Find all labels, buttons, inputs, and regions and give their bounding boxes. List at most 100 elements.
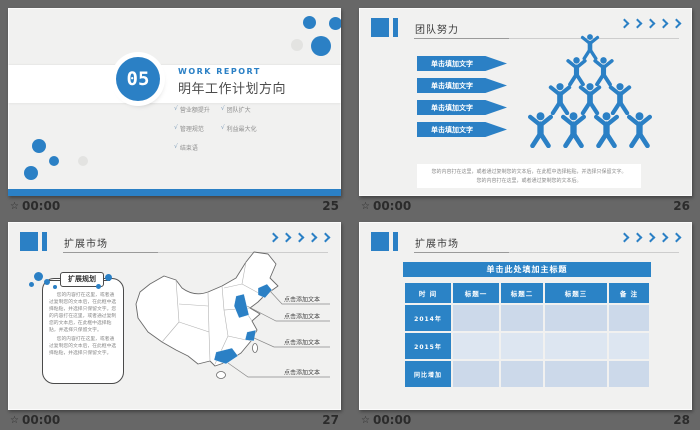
star-icon: ☆	[10, 415, 19, 426]
table-cell	[609, 305, 649, 331]
row-label: 同比增加	[405, 361, 451, 387]
row-label: 2014年	[405, 305, 451, 331]
slide-timer: ☆ 00:00	[361, 413, 411, 427]
decor-dot	[24, 166, 38, 180]
eyebrow-text: WORK REPORT	[178, 67, 261, 76]
star-icon: ☆	[361, 201, 370, 212]
note-box: 您的内容打在这里，或者通过复制您的文本后，在此框中选择粘贴，并选择只保留文字。 …	[417, 164, 641, 188]
column-header: 时 间	[405, 283, 451, 303]
person-icon	[605, 83, 635, 115]
chevron-right-icon	[321, 233, 331, 243]
person-icon	[623, 112, 656, 148]
chevron-right-icon	[646, 233, 656, 243]
check-icon: √	[174, 105, 178, 114]
slide-timer: ☆ 00:00	[361, 199, 411, 213]
slide-27-thumbnail[interactable]: 扩展市场 扩展规划 您的内容打在这里，或者通过复制您的文本后，在此框中选择粘贴，…	[8, 222, 341, 410]
checklist-item-label: 利益最大化	[227, 124, 257, 133]
checklist-item: √团队扩大	[221, 105, 257, 114]
table-cell	[453, 305, 499, 331]
table-cell	[453, 361, 499, 387]
pyramid-row	[524, 112, 656, 148]
decor-dot	[311, 36, 331, 56]
bubble-paragraph: 您的内容打在这里，或者通过复制您的文本后，在此框中选择粘贴，并选择只保留文字。您…	[49, 292, 117, 334]
callout-label: 点击添加文本	[284, 339, 320, 347]
table-row: 2014年	[405, 305, 649, 331]
person-icon	[524, 112, 557, 148]
table-cell	[501, 333, 543, 359]
checklist-item: √利益最大化	[221, 124, 257, 133]
chevron-right-icon	[646, 19, 656, 29]
text-banner: 单击填加文字	[417, 56, 507, 71]
chevron-row	[621, 234, 680, 241]
chevron-right-icon	[633, 19, 643, 29]
slide-title: 团队努力	[415, 21, 459, 36]
chevron-right-icon	[269, 233, 279, 243]
text-banner: 单击填加文字	[417, 122, 507, 137]
slide-cell-27: 扩展市场 扩展规划 您的内容打在这里，或者通过复制您的文本后，在此框中选择粘贴，…	[8, 222, 341, 430]
timer-value: 00:00	[373, 413, 411, 427]
decor-dot	[32, 139, 46, 153]
slide-caption: ☆ 00:00 28	[359, 410, 692, 430]
taiwan-island	[253, 344, 258, 353]
person-icon	[575, 83, 605, 115]
slide-25-thumbnail[interactable]: 05 WORK REPORT 明年工作计划方向 √营业额提升 √管理规范 √结束…	[8, 8, 341, 196]
checklist-item-label: 营业额提升	[180, 105, 210, 114]
human-pyramid-graphic	[515, 34, 665, 148]
pyramid-row	[563, 57, 617, 86]
decor-dot	[78, 156, 88, 166]
check-icon: √	[221, 124, 225, 133]
data-table: 时 间 标题一 标题二 标题三 备 注 2014年	[403, 281, 651, 389]
slide-cell-25: 05 WORK REPORT 明年工作计划方向 √营业额提升 √管理规范 √结束…	[8, 8, 341, 216]
table-row: 2015年	[405, 333, 649, 359]
chevron-right-icon	[672, 233, 682, 243]
slide-caption: ☆ 00:00 27	[8, 410, 341, 430]
person-icon	[545, 83, 575, 115]
table-title-banner: 单击此处填加主标题	[403, 262, 651, 277]
slide-cell-26: 团队努力 单击填加文字 单击填加文字 单击填加文字 单击填加文字 您的内容打在这…	[359, 8, 692, 216]
timer-value: 00:00	[373, 199, 411, 213]
person-icon	[590, 112, 623, 148]
decor-dot	[291, 39, 303, 51]
decor-dot	[34, 272, 43, 281]
text-banner: 单击填加文字	[417, 100, 507, 115]
check-icon: √	[221, 105, 225, 114]
chevron-right-icon	[620, 19, 630, 29]
checklist-item-label: 结束语	[180, 143, 198, 152]
row-label: 2015年	[405, 333, 451, 359]
chapter-number-badge: 05	[116, 57, 160, 101]
checklist-item: √结束语	[174, 143, 210, 152]
checklist-column-right: √团队扩大 √利益最大化	[221, 105, 257, 162]
title-band	[8, 65, 341, 103]
slide-28-thumbnail[interactable]: 扩展市场 单击此处填加主标题 时 间 标题一 标题二 标题三 备 注	[359, 222, 692, 410]
chevron-right-icon	[620, 233, 630, 243]
table-cell	[501, 361, 543, 387]
callout-label: 点击添加文本	[284, 296, 320, 304]
chevron-right-icon	[672, 19, 682, 29]
timer-value: 00:00	[22, 413, 60, 427]
person-icon	[557, 112, 590, 148]
banner-label: 单击填加文字	[431, 103, 473, 113]
chevron-right-icon	[659, 233, 669, 243]
decor-dot	[105, 274, 112, 281]
slide-26-thumbnail[interactable]: 团队努力 单击填加文字 单击填加文字 单击填加文字 单击填加文字 您的内容打在这…	[359, 8, 692, 196]
table-cell	[609, 333, 649, 359]
chip-connector-line	[49, 280, 60, 281]
table-cell	[545, 333, 607, 359]
decor-dot	[96, 284, 101, 289]
chevron-right-icon	[633, 233, 643, 243]
callout-label: 点击添加文本	[284, 313, 320, 321]
check-icon: √	[174, 124, 178, 133]
banner-label: 单击填加文字	[431, 81, 473, 91]
checklist-item: √营业额提升	[174, 105, 210, 114]
chevron-right-icon	[308, 233, 318, 243]
china-map-graphic: 点击添加文本 点击添加文本 点击添加文本 点击添加文本	[124, 244, 336, 406]
column-header: 标题三	[545, 283, 607, 303]
header-bar-icon	[393, 232, 398, 251]
header-square-icon	[371, 232, 389, 251]
checklist-item-label: 团队扩大	[227, 105, 251, 114]
slide-number: 26	[673, 199, 690, 213]
bubble-paragraph: 您的内容打在这里，或者通过复制您的文本后，在此框中选择粘贴，并选择只保留文字。	[49, 336, 117, 357]
speech-bubble: 您的内容打在这里，或者通过复制您的文本后，在此框中选择粘贴，并选择只保留文字。您…	[42, 278, 124, 384]
chevron-right-icon	[659, 19, 669, 29]
table-row: 同比增加	[405, 361, 649, 387]
